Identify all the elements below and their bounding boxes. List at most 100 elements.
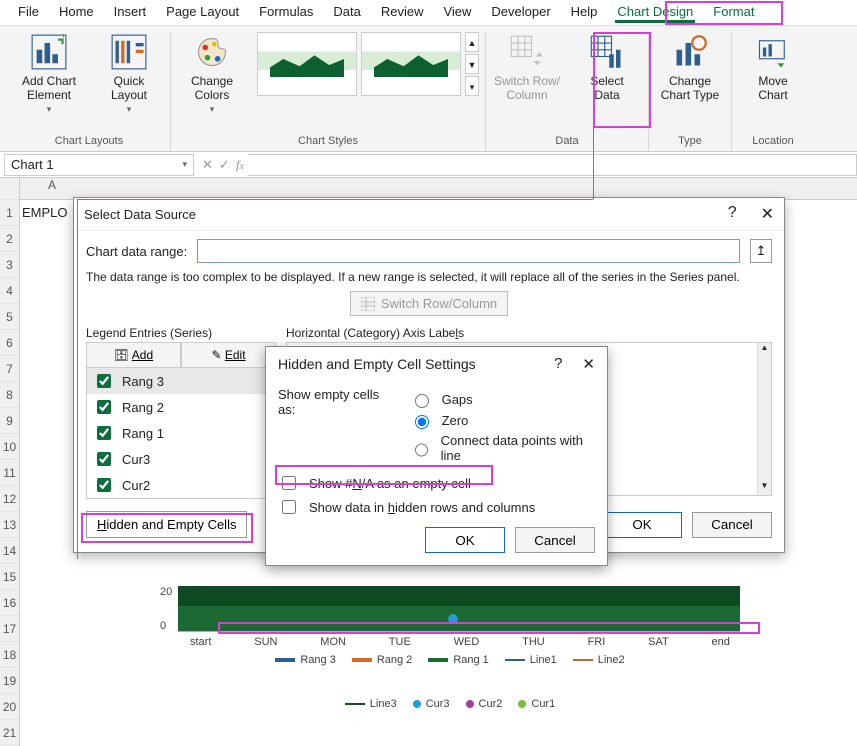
row-header[interactable]: 3: [0, 252, 19, 278]
move-chart-button[interactable]: Move Chart: [738, 32, 808, 104]
chart-plot-area: [178, 586, 740, 632]
tab-chartdesign[interactable]: Chart Design: [607, 0, 703, 25]
embedded-chart[interactable]: 20 0 start SUN MON TUE WED THU FRI SAT e…: [160, 586, 740, 710]
tab-pagelayout[interactable]: Page Layout: [156, 0, 249, 25]
scroll-up[interactable]: ▲: [758, 343, 771, 357]
row-header[interactable]: 4: [0, 278, 19, 304]
tab-developer[interactable]: Developer: [481, 0, 560, 25]
row-header[interactable]: 10: [0, 434, 19, 460]
palette-icon: [194, 34, 230, 70]
x-axis-labels: start SUN MON TUE WED THU FRI SAT end: [180, 636, 740, 648]
style-gallery-more[interactable]: ▾: [465, 76, 479, 96]
series-checkbox[interactable]: [97, 452, 111, 466]
quick-layout-button[interactable]: Quick Layout▾: [94, 32, 164, 118]
ok-button[interactable]: OK: [602, 512, 682, 538]
row-header[interactable]: 18: [0, 642, 19, 668]
chart-style-gallery: ▲ ▼ ▾: [257, 32, 479, 96]
series-item[interactable]: Cur3: [87, 446, 275, 472]
help-icon[interactable]: ?: [554, 355, 562, 373]
switch-row-column-button: Switch Row/ Column: [492, 32, 562, 104]
dialog-title: Select Data Source: [84, 207, 196, 222]
row-header[interactable]: 19: [0, 668, 19, 694]
row-header[interactable]: 21: [0, 720, 19, 746]
change-chart-type-button[interactable]: Change Chart Type: [655, 32, 725, 104]
row-header[interactable]: 1: [0, 200, 19, 226]
chart-legend: Rang 3 Rang 2 Rang 1 Line1 Line2 Line3 C…: [160, 654, 740, 710]
series-checkbox[interactable]: [97, 400, 111, 414]
group-chart-layouts-label: Chart Layouts: [55, 133, 123, 151]
row-header[interactable]: 17: [0, 616, 19, 642]
gaps-radio[interactable]: [415, 394, 429, 408]
select-data-button[interactable]: Select Data: [572, 32, 642, 104]
chart-style-1[interactable]: [257, 32, 357, 96]
change-chart-type-label: Change Chart Type: [661, 74, 719, 102]
row-header[interactable]: 14: [0, 538, 19, 564]
tab-home[interactable]: Home: [49, 0, 104, 25]
tab-review[interactable]: Review: [371, 0, 434, 25]
switch-rc-icon: [509, 34, 545, 70]
close-icon[interactable]: ✕: [761, 204, 774, 224]
show-na-checkbox[interactable]: [282, 476, 296, 490]
tab-format[interactable]: Format: [703, 0, 764, 25]
row-header[interactable]: 16: [0, 590, 19, 616]
close-icon[interactable]: ✕: [582, 355, 595, 373]
cancel-button[interactable]: Cancel: [692, 512, 772, 538]
formula-input[interactable]: [248, 154, 857, 176]
add-series-button[interactable]: 🗄 Add: [86, 342, 181, 368]
series-item[interactable]: Rang 2: [87, 394, 275, 420]
row-header[interactable]: 20: [0, 694, 19, 720]
edit-series-button[interactable]: ✎ Edit: [181, 342, 276, 368]
cell-a1[interactable]: EMPLO: [20, 200, 68, 226]
range-picker-button[interactable]: ↥: [750, 239, 772, 263]
tab-file[interactable]: File: [8, 0, 49, 25]
tab-formulas[interactable]: Formulas: [249, 0, 323, 25]
cancel-formula-icon[interactable]: ✕: [202, 157, 213, 173]
help-icon[interactable]: ?: [728, 204, 737, 224]
style-gallery-down[interactable]: ▼: [465, 54, 479, 74]
change-colors-button[interactable]: Change Colors▾: [177, 32, 247, 118]
zero-radio[interactable]: [415, 415, 429, 429]
series-checkbox[interactable]: [97, 374, 111, 388]
row-header[interactable]: 13: [0, 512, 19, 538]
fx-icon[interactable]: fx: [236, 157, 244, 173]
row-header[interactable]: 5: [0, 304, 19, 330]
series-item[interactable]: Cur2: [87, 472, 275, 498]
hidden-empty-cells-button[interactable]: Hidden and Empty Cells: [86, 511, 247, 538]
row-header[interactable]: 9: [0, 408, 19, 434]
row-header[interactable]: 15: [0, 564, 19, 590]
add-chart-element-button[interactable]: + Add Chart Element▾: [14, 32, 84, 118]
tab-view[interactable]: View: [433, 0, 481, 25]
chart-data-range-label: Chart data range:: [86, 244, 187, 259]
name-box[interactable]: Chart 1 ▾: [4, 154, 194, 176]
row-header[interactable]: 6: [0, 330, 19, 356]
legend-entries-header: Legend Entries (Series): [86, 326, 276, 340]
cancel-button[interactable]: Cancel: [515, 527, 595, 553]
chart-data-range-input[interactable]: [197, 239, 740, 263]
tab-insert[interactable]: Insert: [104, 0, 157, 25]
accept-formula-icon[interactable]: ✓: [219, 157, 230, 173]
tab-help[interactable]: Help: [561, 0, 608, 25]
row-header[interactable]: 2: [0, 226, 19, 252]
row-header[interactable]: 12: [0, 486, 19, 512]
scroll-down[interactable]: ▼: [758, 481, 771, 495]
row-header[interactable]: 7: [0, 356, 19, 382]
name-box-label: Chart 1: [11, 157, 54, 172]
svg-text:+: +: [60, 34, 67, 42]
col-header[interactable]: A: [20, 178, 84, 199]
series-checkbox[interactable]: [97, 478, 111, 492]
style-gallery-up[interactable]: ▲: [465, 32, 479, 52]
chart-style-2[interactable]: [361, 32, 461, 96]
move-chart-label: Move Chart: [758, 74, 787, 102]
ok-button[interactable]: OK: [425, 527, 505, 553]
tab-data[interactable]: Data: [323, 0, 370, 25]
series-item[interactable]: Rang 1: [87, 420, 275, 446]
select-data-label: Select Data: [590, 74, 623, 102]
row-header[interactable]: 11: [0, 460, 19, 486]
connect-radio[interactable]: [415, 443, 428, 457]
series-item[interactable]: Rang 3: [87, 368, 275, 394]
group-chart-styles-label: Chart Styles: [298, 133, 358, 151]
row-headers: 1 2 3 4 5 6 7 8 9 10 11 12 13 14 15 16 1…: [0, 178, 20, 746]
show-hidden-checkbox[interactable]: [282, 500, 296, 514]
series-checkbox[interactable]: [97, 426, 111, 440]
row-header[interactable]: 8: [0, 382, 19, 408]
